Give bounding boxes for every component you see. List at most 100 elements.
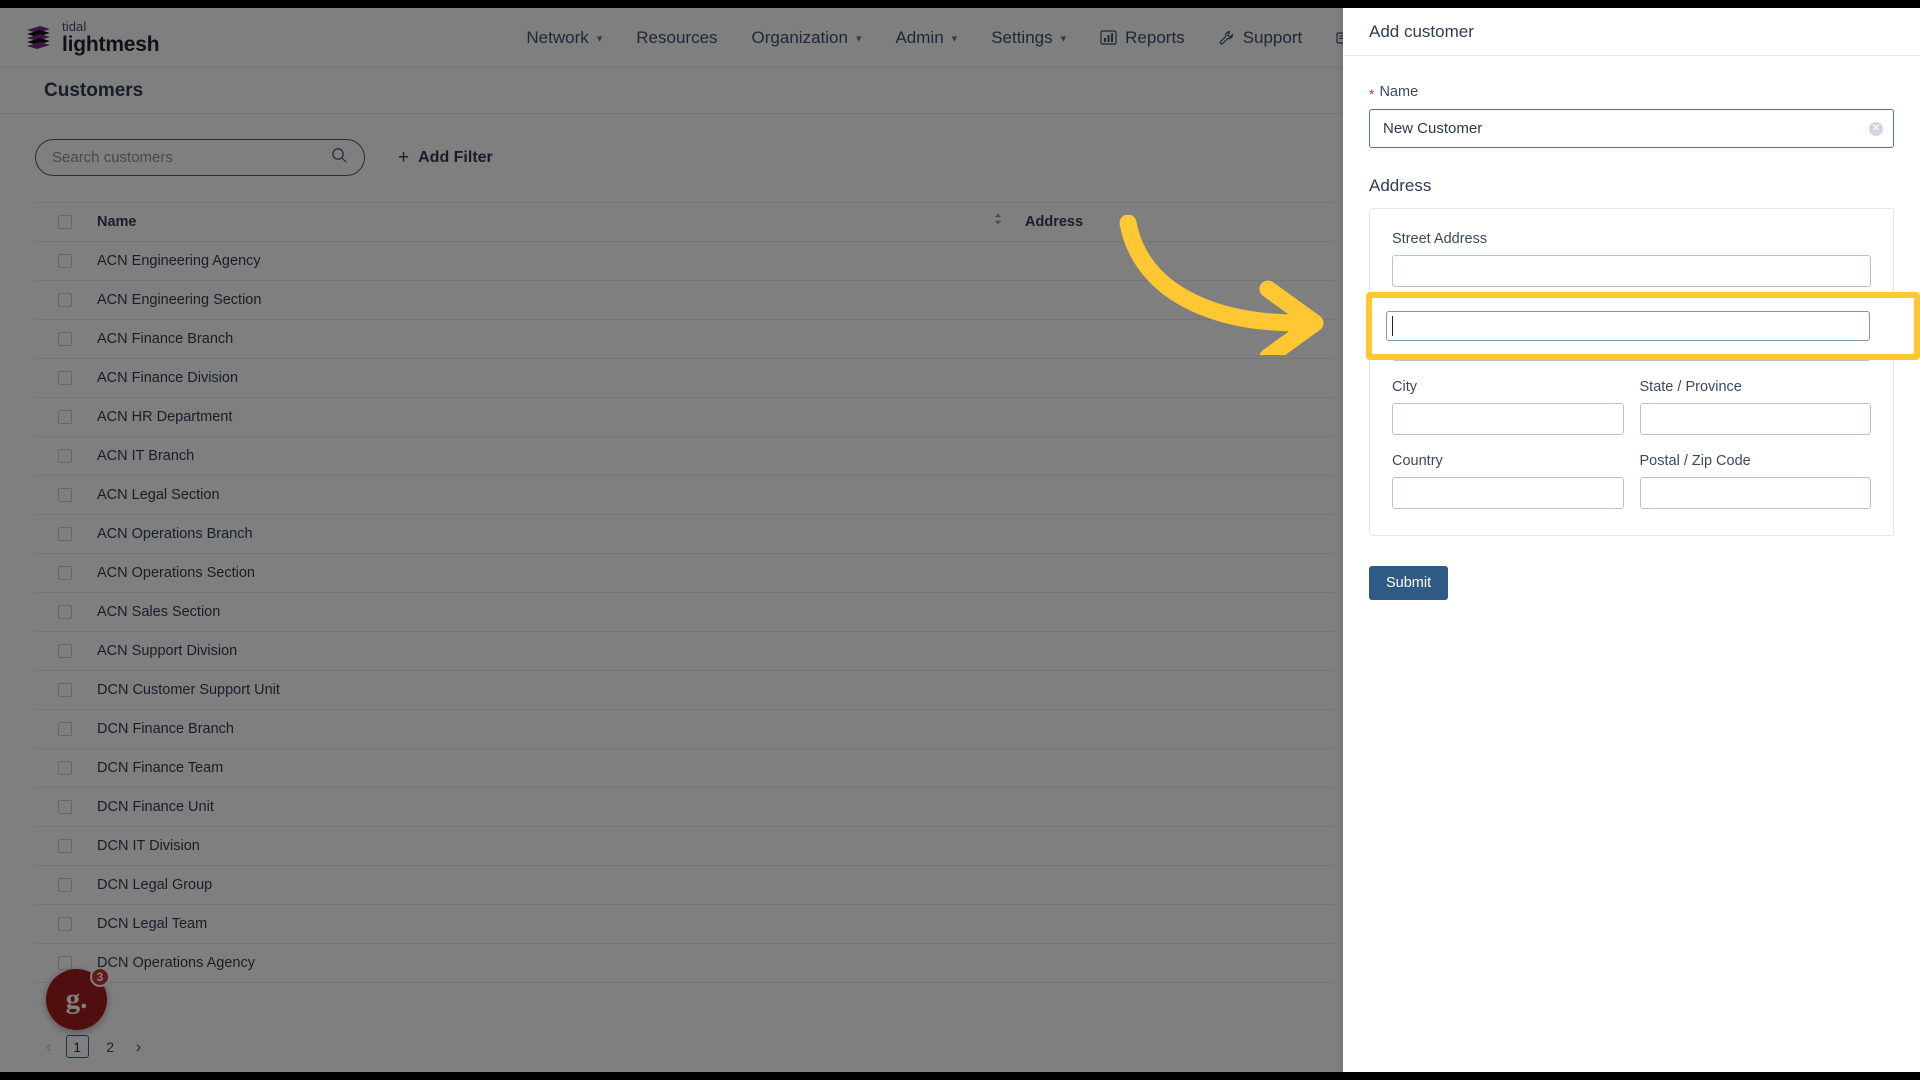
row-checkbox[interactable] <box>58 371 72 386</box>
city-input[interactable] <box>1392 403 1624 435</box>
row-checkbox[interactable] <box>58 332 72 347</box>
row-name-cell[interactable]: DCN Legal Group <box>97 865 987 905</box>
row-name-cell[interactable]: DCN Legal Team <box>97 904 987 944</box>
row-checkbox[interactable] <box>58 566 72 581</box>
row-name-cell[interactable]: DCN Finance Branch <box>97 709 987 749</box>
row-checkbox[interactable] <box>58 293 72 308</box>
nav-item-settings[interactable]: Settings ▾ <box>974 8 1083 68</box>
row-checkbox[interactable] <box>58 527 72 542</box>
table-row[interactable]: ACN IT Branch <box>35 436 1335 476</box>
table-row[interactable]: DCN Legal Team <box>35 904 1335 944</box>
table-row[interactable]: ACN Support Division <box>35 631 1335 671</box>
column-header-name[interactable]: Name <box>97 202 987 242</box>
row-checkbox[interactable] <box>58 644 72 659</box>
row-name-cell[interactable]: ACN Finance Branch <box>97 319 987 359</box>
nav-item-organization[interactable]: Organization ▾ <box>735 8 879 68</box>
row-name-cell[interactable]: ACN Legal Section <box>97 475 987 515</box>
row-name-cell[interactable]: ACN IT Branch <box>97 436 987 476</box>
add-customer-drawer: Add customer * Name ✕ Address Street Add… <box>1343 8 1920 1080</box>
table-row[interactable]: ACN Sales Section <box>35 592 1335 632</box>
search-icon[interactable] <box>331 147 348 169</box>
select-all-checkbox[interactable] <box>58 215 72 230</box>
pagination-next[interactable]: › <box>132 1037 146 1057</box>
row-name-cell[interactable]: ACN HR Department <box>97 397 987 437</box>
nav-item-support[interactable]: Support <box>1202 8 1320 68</box>
brand-logo[interactable]: tidal lightmesh <box>24 20 160 55</box>
bar-chart-icon <box>1100 30 1117 45</box>
main-nav: Network ▾ Resources Organization ▾ Admin… <box>509 8 1433 68</box>
pagination-prev[interactable]: ‹ <box>42 1037 56 1057</box>
row-checkbox[interactable] <box>58 839 72 854</box>
nav-item-resources[interactable]: Resources <box>619 8 734 68</box>
row-checkbox[interactable] <box>58 449 72 464</box>
table-row[interactable]: DCN Legal Group <box>35 865 1335 905</box>
table-row[interactable]: ACN Engineering Section <box>35 280 1335 320</box>
row-name-cell[interactable]: ACN Finance Division <box>97 358 987 398</box>
row-address-cell <box>987 670 1335 710</box>
country-input[interactable] <box>1392 477 1624 509</box>
row-name-cell[interactable]: DCN Operations Agency <box>97 943 987 983</box>
table-row[interactable]: DCN Customer Support Unit <box>35 670 1335 710</box>
row-name-cell[interactable]: ACN Engineering Agency <box>97 241 987 281</box>
row-checkbox[interactable] <box>58 605 72 620</box>
table-row[interactable]: DCN Operations Agency <box>35 943 1335 983</box>
table-row[interactable]: ACN Finance Division <box>35 358 1335 398</box>
row-select-cell <box>35 904 97 944</box>
row-name-cell[interactable]: ACN Engineering Section <box>97 280 987 320</box>
chat-widget-button[interactable]: g. 3 <box>46 967 110 1030</box>
row-checkbox[interactable] <box>58 254 72 269</box>
street-address-input[interactable] <box>1392 255 1871 287</box>
name-input-wrap: ✕ <box>1369 109 1894 148</box>
search-customers-box[interactable] <box>35 139 365 176</box>
table-row[interactable]: DCN Finance Branch <box>35 709 1335 749</box>
row-address-cell <box>987 943 1335 983</box>
table-row[interactable]: DCN IT Division <box>35 826 1335 866</box>
pagination-page-2[interactable]: 2 <box>98 1035 122 1058</box>
row-checkbox[interactable] <box>58 761 72 776</box>
table-row[interactable]: DCN Finance Unit <box>35 787 1335 827</box>
row-checkbox[interactable] <box>58 917 72 932</box>
row-name-cell[interactable]: DCN IT Division <box>97 826 987 866</box>
nav-item-reports[interactable]: Reports <box>1083 8 1202 68</box>
row-checkbox[interactable] <box>58 878 72 893</box>
row-checkbox[interactable] <box>58 800 72 815</box>
table-row[interactable]: ACN Operations Branch <box>35 514 1335 554</box>
row-name-cell[interactable]: DCN Finance Unit <box>97 787 987 827</box>
letterbox-bottom <box>0 1072 1920 1080</box>
row-checkbox[interactable] <box>58 956 72 971</box>
submit-button[interactable]: Submit <box>1369 566 1449 600</box>
row-name-cell[interactable]: DCN Customer Support Unit <box>97 670 987 710</box>
row-name-cell[interactable]: ACN Support Division <box>97 631 987 671</box>
table-row[interactable]: ACN Engineering Agency <box>35 241 1335 281</box>
row-checkbox[interactable] <box>58 488 72 503</box>
nav-item-network[interactable]: Network ▾ <box>509 8 619 68</box>
table-row[interactable]: ACN Legal Section <box>35 475 1335 515</box>
row-checkbox[interactable] <box>58 722 72 737</box>
table-row[interactable]: ACN Finance Branch <box>35 319 1335 359</box>
row-select-cell <box>35 748 97 788</box>
clear-circle-icon[interactable]: ✕ <box>1869 121 1883 136</box>
postal-zip-input[interactable] <box>1639 477 1871 509</box>
chat-unread-badge: 3 <box>90 967 110 987</box>
row-checkbox[interactable] <box>58 410 72 425</box>
chevron-down-icon: ▾ <box>951 32 958 45</box>
customer-name-input[interactable] <box>1369 109 1894 148</box>
row-address-cell <box>987 748 1335 788</box>
row-select-cell <box>35 787 97 827</box>
row-checkbox[interactable] <box>58 683 72 698</box>
table-row[interactable]: ACN Operations Section <box>35 553 1335 593</box>
state-province-input[interactable] <box>1639 403 1871 435</box>
nav-item-admin[interactable]: Admin ▾ <box>878 8 974 68</box>
table-row[interactable]: DCN Finance Team <box>35 748 1335 788</box>
table-row[interactable]: ACN HR Department <box>35 397 1335 437</box>
pagination-page-1[interactable]: 1 <box>65 1035 89 1058</box>
column-header-address[interactable]: Address <box>987 202 1335 242</box>
row-name-cell[interactable]: DCN Finance Team <box>97 748 987 788</box>
street-address-input-focused[interactable] <box>1386 311 1870 341</box>
row-name-cell[interactable]: ACN Operations Branch <box>97 514 987 554</box>
row-name-cell[interactable]: ACN Operations Section <box>97 553 987 593</box>
sort-arrows-icon[interactable] <box>993 212 1003 230</box>
search-input[interactable] <box>52 149 331 166</box>
add-filter-button[interactable]: + Add Filter <box>398 147 493 169</box>
row-name-cell[interactable]: ACN Sales Section <box>97 592 987 632</box>
